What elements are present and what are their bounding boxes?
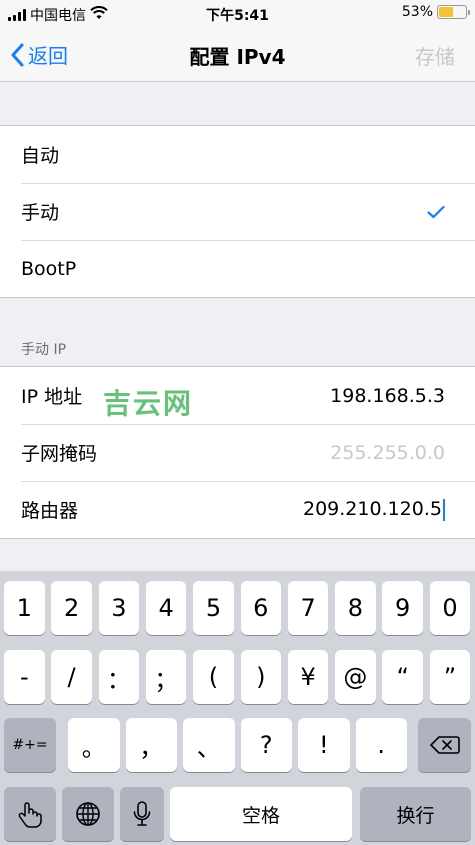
punctuation-key[interactable]: 、 xyxy=(183,718,235,772)
microphone-icon xyxy=(133,801,151,826)
return-key[interactable]: 换行 xyxy=(360,787,471,841)
manual-ip-form: IP 地址 198.168.5.3 子网掩码 255.255.0.0 路由器 2… xyxy=(0,366,475,539)
symbol-key[interactable]: / xyxy=(51,650,92,704)
digit-key[interactable]: 8 xyxy=(335,581,376,635)
symbol-key[interactable]: “ xyxy=(382,650,423,704)
ip-address-row[interactable]: IP 地址 198.168.5.3 xyxy=(0,367,475,424)
digit-key[interactable]: 9 xyxy=(382,581,423,635)
punctuation-key[interactable]: ， xyxy=(125,718,177,772)
symbol-key[interactable]: ) xyxy=(240,650,282,704)
punctuation-key[interactable]: 。 xyxy=(68,718,120,772)
symbol-key[interactable]: @ xyxy=(335,650,376,704)
symbol-key[interactable]: ” xyxy=(429,650,471,704)
digit-key[interactable]: 4 xyxy=(145,581,187,635)
page-title: 配置 IPv4 xyxy=(189,45,286,69)
digit-key[interactable]: 2 xyxy=(51,581,92,635)
punctuation-key[interactable]: . xyxy=(355,718,407,772)
punctuation-key[interactable]: ! xyxy=(298,718,350,772)
navigation-bar: 返回 配置 IPv4 存储 xyxy=(0,28,475,82)
digit-key[interactable]: 7 xyxy=(287,581,329,635)
hand-icon xyxy=(18,802,42,828)
globe-icon xyxy=(76,802,100,826)
digit-key[interactable]: 0 xyxy=(429,581,471,635)
mode-option-auto[interactable]: 自动 xyxy=(0,126,475,183)
symbol-key[interactable]: ； xyxy=(145,650,187,704)
key-symbols-toggle[interactable]: #+= xyxy=(4,718,56,772)
digit-key[interactable]: 6 xyxy=(240,581,282,635)
battery-percent: 53% xyxy=(401,4,433,20)
handwriting-key[interactable] xyxy=(4,787,56,841)
symbol-key[interactable]: ： xyxy=(98,650,140,704)
text-cursor xyxy=(443,498,445,521)
language-switch-key[interactable] xyxy=(62,787,114,841)
status-bar: 中国电信 下午5:41 53% xyxy=(0,0,475,28)
punctuation-key[interactable]: ? xyxy=(240,718,292,772)
status-right: 53% xyxy=(401,4,470,20)
mode-label: 自动 xyxy=(21,145,60,167)
router-row[interactable]: 路由器 209.210.120.5 xyxy=(0,481,475,538)
router-field[interactable]: 209.210.120.5 xyxy=(303,498,445,521)
mode-option-manual[interactable]: 手动 xyxy=(0,183,475,240)
backspace-icon xyxy=(429,736,460,754)
symbol-key[interactable]: ( xyxy=(193,650,234,704)
backspace-key[interactable] xyxy=(418,718,471,772)
symbol-key[interactable]: - xyxy=(4,650,45,704)
dictation-key[interactable] xyxy=(120,787,164,841)
digit-key[interactable]: 5 xyxy=(193,581,234,635)
mode-option-bootp[interactable]: BootP xyxy=(0,240,475,297)
ipv4-mode-list: 自动 手动 BootP xyxy=(0,125,475,298)
save-button[interactable]: 存储 xyxy=(415,41,455,70)
subnet-mask-row[interactable]: 子网掩码 255.255.0.0 xyxy=(0,424,475,481)
mode-label: BootP xyxy=(21,257,77,280)
battery-icon xyxy=(437,5,470,19)
field-label: 路由器 xyxy=(21,500,79,522)
checkmark-icon xyxy=(427,205,445,219)
mode-label: 手动 xyxy=(21,202,60,224)
keyboard: 1234567890 - /：；() ¥ @ “” #+= 。，、?!. 空格 换行 xyxy=(0,571,475,845)
router-value: 209.210.120.5 xyxy=(302,498,442,521)
symbol-key[interactable]: ¥ xyxy=(287,650,329,704)
digit-key[interactable]: 1 xyxy=(4,581,45,635)
section-header-manual-ip: 手动 IP xyxy=(21,342,67,358)
ip-address-field[interactable]: 198.168.5.3 xyxy=(330,385,445,407)
space-key[interactable]: 空格 xyxy=(170,787,352,841)
field-label: 子网掩码 xyxy=(21,443,98,465)
watermark: 吉云网 xyxy=(103,387,194,420)
digit-key[interactable]: 3 xyxy=(98,581,140,635)
subnet-mask-field[interactable]: 255.255.0.0 xyxy=(330,442,445,464)
